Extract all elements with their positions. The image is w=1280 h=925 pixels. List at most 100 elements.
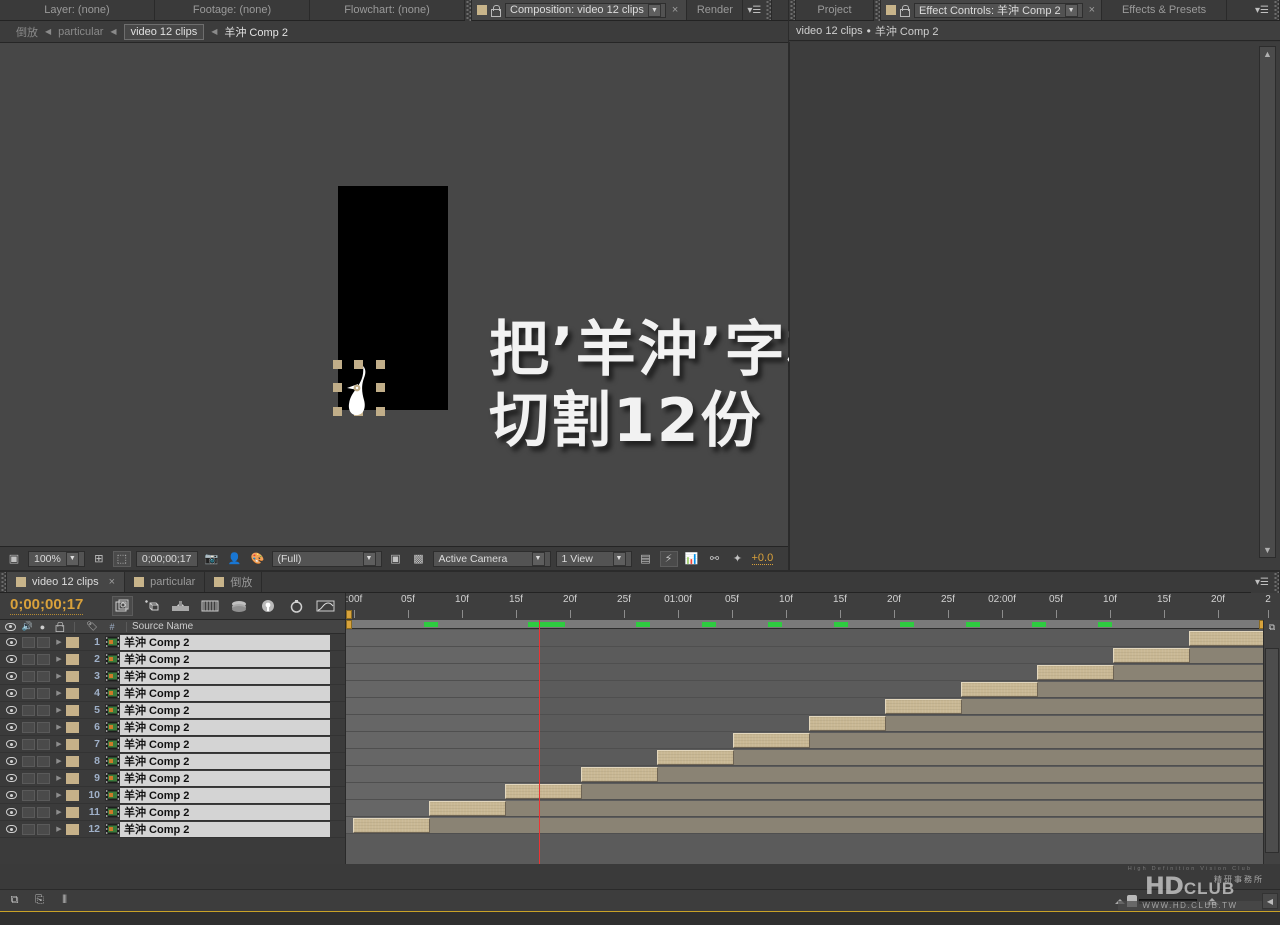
layer-label-color[interactable]	[66, 790, 79, 801]
layer-label-color[interactable]	[66, 637, 79, 648]
snapshot-camera-icon[interactable]: 📷	[203, 551, 221, 567]
panel-gripper-icon[interactable]	[789, 0, 796, 20]
track-row[interactable]	[346, 732, 1280, 749]
timeline-vertical-scrollbar[interactable]	[1265, 648, 1279, 853]
pixel-aspect-icon[interactable]: ▤	[637, 551, 655, 567]
track-row[interactable]	[346, 715, 1280, 732]
layer-label-color[interactable]	[66, 654, 79, 665]
selection-handles[interactable]	[333, 360, 385, 416]
panel-gripper-right-icon[interactable]	[1273, 572, 1280, 593]
layer-duration-bar[interactable]	[582, 784, 1266, 799]
timeline-graph-icon[interactable]: ⦀	[56, 893, 73, 909]
scroll-down-icon[interactable]: ▼	[1260, 543, 1275, 557]
handle-tl[interactable]	[333, 360, 342, 369]
layer-solo-toggle[interactable]	[37, 705, 50, 716]
layer-solo-toggle[interactable]	[37, 824, 50, 835]
layer-clip-bar[interactable]	[657, 750, 734, 765]
work-area-start[interactable]	[346, 620, 352, 629]
handle-bl[interactable]	[333, 407, 342, 416]
layer-clip-bar[interactable]	[353, 818, 430, 833]
effect-controls-selector[interactable]: Effect Controls: 羊沖 Comp 2 ▼	[914, 3, 1083, 18]
layer-source-name[interactable]: 羊沖 Comp 2	[120, 754, 330, 769]
chevron-right-icon[interactable]: ▶	[52, 740, 66, 748]
close-icon[interactable]: ×	[666, 4, 684, 16]
panel-gripper-right-icon[interactable]	[1273, 0, 1280, 20]
timeline-tab-particular[interactable]: particular	[125, 572, 205, 592]
layer-solo-toggle[interactable]	[37, 739, 50, 750]
track-row[interactable]	[346, 647, 1280, 664]
layer-visibility-icon[interactable]	[0, 825, 22, 833]
tab-flowchart[interactable]: Flowchart: (none)	[310, 0, 465, 20]
layer-clip-bar[interactable]	[581, 767, 658, 782]
graph-editor-icon[interactable]	[315, 596, 336, 616]
layer-solo-toggle[interactable]	[37, 790, 50, 801]
layer-row[interactable]: ▶7羊沖 Comp 2	[0, 736, 345, 753]
panel-gripper-icon-2[interactable]	[874, 0, 881, 21]
panel-gripper-icon[interactable]	[465, 0, 472, 21]
work-area-start-marker[interactable]	[346, 610, 352, 619]
handle-mr[interactable]	[376, 383, 385, 392]
track-row[interactable]	[346, 817, 1280, 834]
viewer-timecode[interactable]: 0;00;00;17	[136, 551, 198, 567]
layer-row[interactable]: ▶1羊沖 Comp 2	[0, 634, 345, 651]
tab-effects-presets[interactable]: Effects & Presets	[1102, 0, 1227, 20]
layer-source-name[interactable]: 羊沖 Comp 2	[120, 669, 330, 684]
layer-audio-toggle[interactable]	[22, 739, 35, 750]
layer-label-color[interactable]	[66, 671, 79, 682]
layer-visibility-icon[interactable]	[0, 808, 22, 816]
layer-visibility-icon[interactable]	[0, 757, 22, 765]
layer-audio-toggle[interactable]	[22, 688, 35, 699]
layer-solo-toggle[interactable]	[37, 688, 50, 699]
layer-duration-bar[interactable]	[810, 733, 1266, 748]
layer-visibility-icon[interactable]	[0, 740, 22, 748]
layer-clip-bar[interactable]	[885, 699, 962, 714]
tab-footage[interactable]: Footage: (none)	[155, 0, 310, 20]
layer-duration-bar[interactable]	[962, 699, 1266, 714]
layer-row[interactable]: ▶9羊沖 Comp 2	[0, 770, 345, 787]
composition-mini-flowchart-icon[interactable]	[112, 596, 133, 616]
handle-br[interactable]	[376, 407, 385, 416]
layer-solo-toggle[interactable]	[37, 654, 50, 665]
chevron-down-icon[interactable]: ▼	[532, 552, 545, 566]
layer-solo-toggle[interactable]	[37, 773, 50, 784]
layer-source-name[interactable]: 羊沖 Comp 2	[120, 737, 330, 752]
tab-render[interactable]: Render	[687, 0, 743, 20]
layer-visibility-icon[interactable]	[0, 774, 22, 782]
layer-source-name[interactable]: 羊沖 Comp 2	[120, 805, 330, 820]
layer-audio-toggle[interactable]	[22, 722, 35, 733]
layer-label-color[interactable]	[66, 688, 79, 699]
panel-menu-icon[interactable]: ▾☰	[743, 0, 765, 20]
layer-source-name[interactable]: 羊沖 Comp 2	[120, 720, 330, 735]
toggle-switches-modes-icon[interactable]: ⧉	[6, 893, 23, 909]
layer-audio-toggle[interactable]	[22, 790, 35, 801]
panel-menu-icon[interactable]: ▾☰	[1251, 0, 1273, 20]
layer-row[interactable]: ▶6羊沖 Comp 2	[0, 719, 345, 736]
layer-row[interactable]: ▶2羊沖 Comp 2	[0, 651, 345, 668]
layer-label-color[interactable]	[66, 756, 79, 767]
handle-ml[interactable]	[333, 383, 342, 392]
always-preview-icon[interactable]: ▣	[5, 551, 23, 567]
close-icon[interactable]: ×	[105, 576, 115, 588]
layer-visibility-icon[interactable]	[0, 655, 22, 663]
comp-flowchart-icon[interactable]: ⚯	[706, 551, 724, 567]
layer-audio-toggle[interactable]	[22, 671, 35, 682]
layer-audio-toggle[interactable]	[22, 637, 35, 648]
chevron-right-icon[interactable]: ▶	[52, 791, 66, 799]
chevron-down-icon[interactable]: ▼	[1065, 4, 1078, 17]
chevron-right-icon[interactable]: ▶	[52, 808, 66, 816]
timeline-ruler[interactable]: :00f05f10f15f20f25f01:00f05f10f15f20f25f…	[345, 593, 1280, 620]
composition-frame[interactable]	[338, 186, 448, 410]
panel-gripper-icon[interactable]	[0, 572, 7, 592]
layer-duration-bar[interactable]	[734, 750, 1266, 765]
motion-blur-icon[interactable]	[257, 596, 278, 616]
tab-layer[interactable]: Layer: (none)	[0, 0, 155, 20]
breadcrumb-item-1[interactable]: 倒放	[16, 24, 38, 40]
camera-selector[interactable]: Active Camera ▼	[433, 551, 551, 567]
layer-audio-toggle[interactable]	[22, 705, 35, 716]
layer-row[interactable]: ▶3羊沖 Comp 2	[0, 668, 345, 685]
layer-duration-bar[interactable]	[506, 801, 1266, 816]
layer-label-color[interactable]	[66, 824, 79, 835]
chevron-down-icon[interactable]: ▼	[613, 552, 626, 566]
transparency-grid-icon[interactable]: ▩	[410, 551, 428, 567]
layer-row[interactable]: ▶12羊沖 Comp 2	[0, 821, 345, 838]
